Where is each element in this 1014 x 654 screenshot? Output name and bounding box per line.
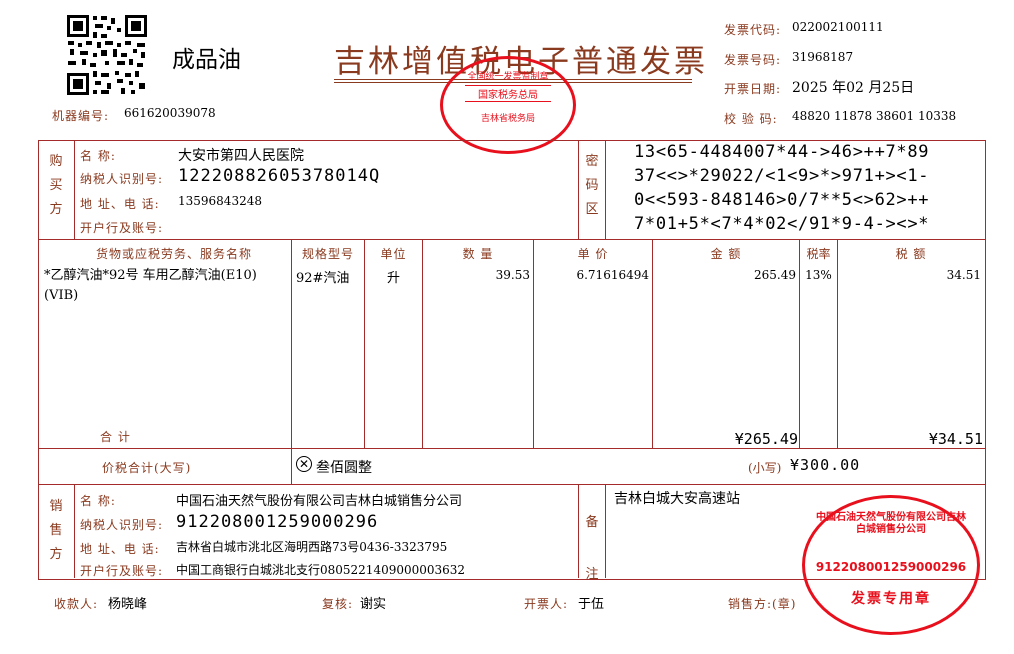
total-amount: ¥265.49 <box>734 430 798 448</box>
item-amount: 265.49 <box>754 268 796 282</box>
sum-words: 叁佰圆整 <box>316 460 372 476</box>
invoice-no-label: 发票号码: <box>724 53 782 67</box>
total-tax: ¥34.51 <box>928 430 983 448</box>
seller-stamp-bottom: 发票专用章 <box>851 591 931 607</box>
seller-tax-id-value: 912208001259000296 <box>176 512 379 532</box>
invoice-code-value: 022002100111 <box>792 20 884 34</box>
item-unit: 升 <box>386 271 400 286</box>
buyer-address-value: 13596843248 <box>178 194 262 208</box>
cipher-line: 13<65-4484007*44->46>++7*89 <box>634 142 930 162</box>
col-header-unit: 单位 <box>380 247 407 261</box>
drawer-label: 开票人: <box>524 597 569 611</box>
item-qty: 39.53 <box>495 268 530 282</box>
buyer-tax-id-value: 12220882605378014Q <box>178 166 381 186</box>
item-price: 6.71616494 <box>576 268 649 282</box>
buyer-address-label: 地 址、电 话: <box>80 197 160 211</box>
machine-no-label: 机器编号: <box>52 109 110 123</box>
tax-bureau-stamp-mid: 国家税务总局 <box>465 85 551 102</box>
seller-stamp-ring-text: 中国石油天然气股份有限公司吉林白城销售分公司 <box>816 512 966 535</box>
check-code-value: 48820 11878 38601 10338 <box>792 109 957 123</box>
seller-address-label: 地 址、电 话: <box>80 542 160 556</box>
item-tax: 34.51 <box>946 268 981 282</box>
seller-address-value: 吉林省白城市洮北区海明西路73号0436-3323795 <box>176 540 448 554</box>
col-header-spec: 规格型号 <box>301 247 354 261</box>
seller-invoice-stamp: 中国石油天然气股份有限公司吉林白城销售分公司 91220800125900029… <box>802 495 980 635</box>
seller-name-value: 中国石油天然气股份有限公司吉林白城销售分公司 <box>176 494 463 509</box>
col-header-amount: 金 额 <box>710 247 742 261</box>
sum-cross-icon: ✕ <box>296 456 312 472</box>
col-header-rate: 税率 <box>806 247 831 261</box>
col-header-price: 单 价 <box>577 247 609 261</box>
remark-section-label: 备注 <box>582 497 602 601</box>
payee-value: 杨晓峰 <box>108 597 148 612</box>
buyer-name-value: 大安市第四人民医院 <box>178 148 304 164</box>
qr-code <box>66 14 148 96</box>
seller-seal-label: 销售方:(章) <box>728 597 797 611</box>
drawer-value: 于伍 <box>578 597 605 612</box>
seller-bank-value: 中国工商银行白城洮北支行0805221409000003632 <box>176 563 466 577</box>
col-header-tax: 税 额 <box>895 247 927 261</box>
machine-no-value: 661620039078 <box>124 106 216 120</box>
sum-label: 价税合计(大写) <box>102 461 192 475</box>
item-spec: 92#汽油 <box>296 271 350 286</box>
cipher-line: 7*01+5*<7*4*02</91*9-4-><>* <box>634 214 930 234</box>
reviewer-value: 谢实 <box>360 597 387 612</box>
cipher-section-label: 密码区 <box>585 154 599 217</box>
invoice-code-label: 发票代码: <box>724 23 782 37</box>
cipher-line: 0<<593-848146>0/7**5<>62>++ <box>634 190 930 210</box>
date-label: 开票日期: <box>724 82 782 96</box>
col-header-qty: 数 量 <box>462 247 494 261</box>
seller-section-label: 销售方 <box>49 499 63 562</box>
reviewer-label: 复核: <box>322 597 354 611</box>
col-header-name: 货物或应税劳务、服务名称 <box>95 247 252 261</box>
buyer-tax-id-label: 纳税人识别号: <box>80 172 164 186</box>
total-label: 合 计 <box>100 430 131 444</box>
sum-small-label: (小写) <box>748 461 782 475</box>
tax-bureau-stamp-top: 全国统一发票监制章 <box>467 72 549 82</box>
item-name: *乙醇汽油*92号 车用乙醇汽油(E10)(VIB) <box>44 268 257 303</box>
remark-text: 吉林白城大安高速站 <box>614 491 740 507</box>
item-rate: 13% <box>805 268 832 282</box>
seller-bank-label: 开户行及账号: <box>80 564 164 578</box>
seller-stamp-tax-id: 912208001259000296 <box>815 560 967 574</box>
cipher-line: 37<<>*29022/<1<9>*>971+><1- <box>634 166 930 186</box>
date-value: 2025 年02 月25日 <box>792 80 915 96</box>
remark-section-label-text: 备注 <box>585 515 599 582</box>
seller-tax-id-label: 纳税人识别号: <box>80 518 164 532</box>
invoice-no-value: 31968187 <box>792 50 854 64</box>
seller-name-label: 名 称: <box>80 494 116 508</box>
check-code-label: 校 验 码: <box>724 112 778 126</box>
payee-label: 收款人: <box>54 597 99 611</box>
buyer-bank-label: 开户行及账号: <box>80 221 164 235</box>
tax-bureau-stamp-bottom: 吉林省税务局 <box>480 114 535 124</box>
product-type-label: 成品油 <box>172 47 241 73</box>
sum-small-value: ¥300.00 <box>790 456 861 474</box>
buyer-section-label: 购买方 <box>49 154 63 217</box>
buyer-name-label: 名 称: <box>80 149 116 163</box>
